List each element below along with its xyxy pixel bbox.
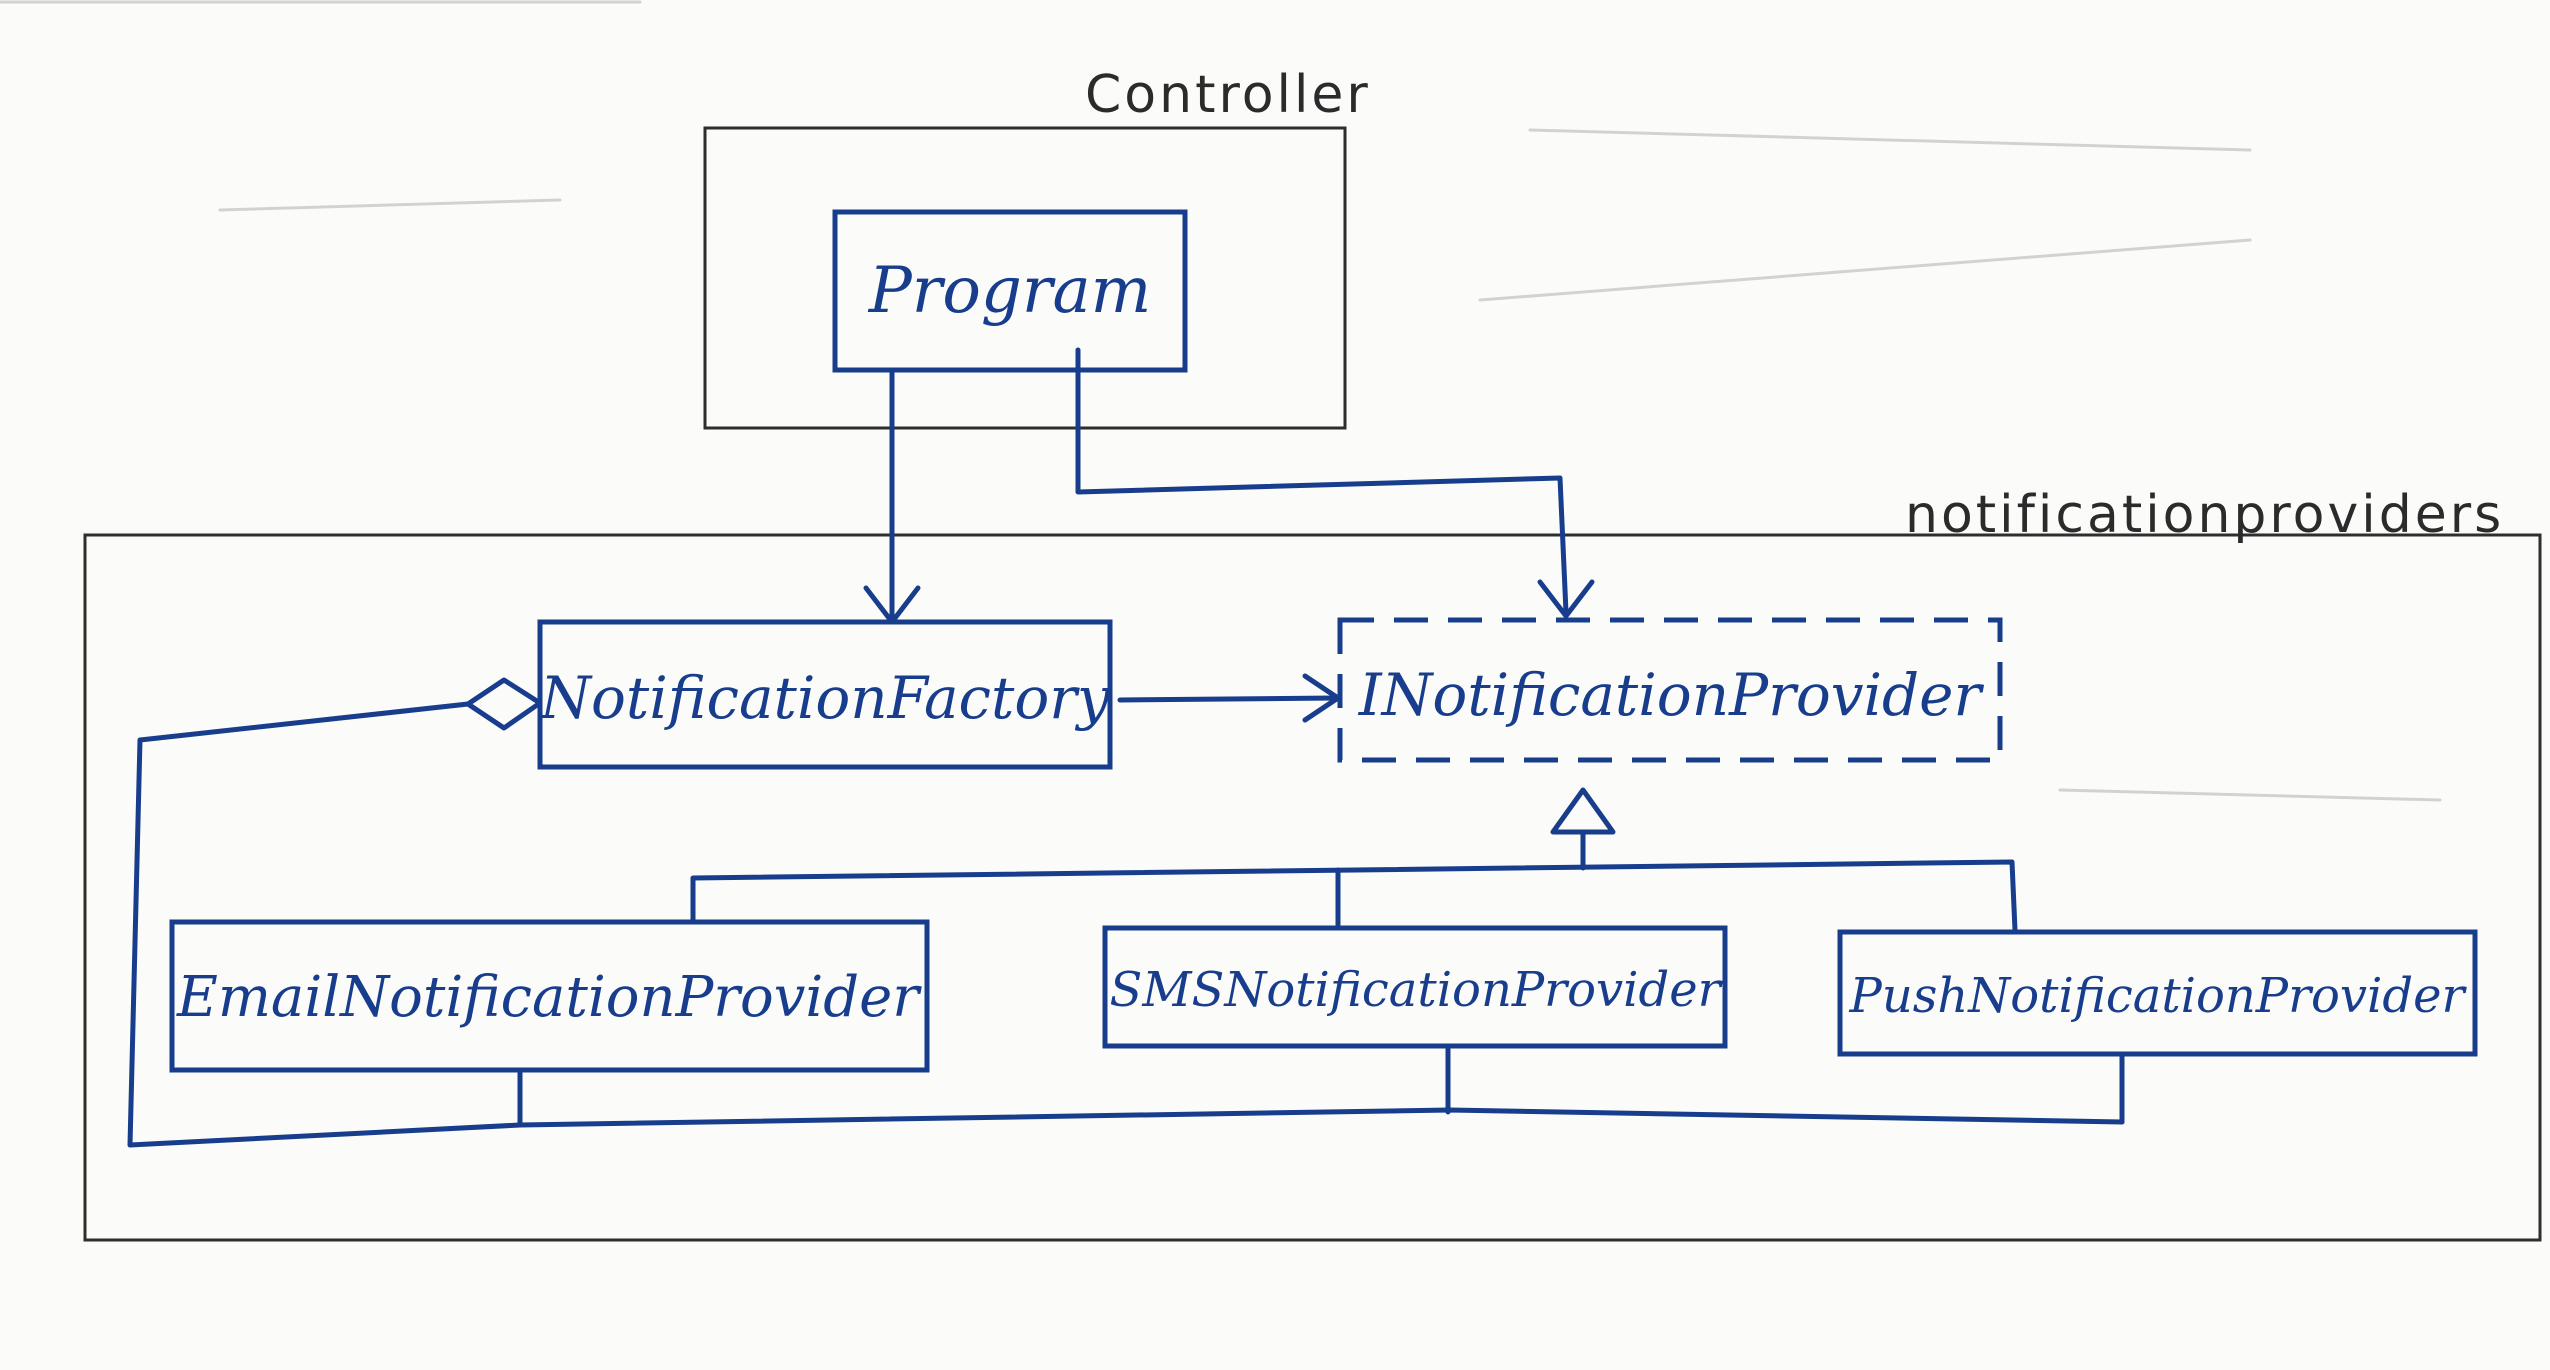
- package-controller-label: Controller: [1085, 65, 1371, 125]
- class-inotification-provider[interactable]: INotificationProvider: [1337, 617, 2003, 763]
- edge-program-to-interface: [1075, 347, 1569, 615]
- class-sms-provider[interactable]: SMSNotificationProvider: [1102, 925, 1728, 1049]
- class-program[interactable]: Program: [832, 209, 1188, 373]
- class-diagram: Controller notificationproviders Program…: [0, 0, 2542, 1242]
- class-notification-factory-label: NotificationFactory: [538, 664, 1111, 732]
- aggregation-diamond: [465, 677, 543, 731]
- edge-factory-to-interface: [1117, 695, 1338, 703]
- package-notificationproviders-label: notificationproviders: [1905, 485, 2504, 545]
- class-email-provider-label: EmailNotificationProvider: [176, 965, 922, 1030]
- class-inotification-provider-label: INotificationProvider: [1358, 661, 1985, 729]
- class-push-provider[interactable]: PushNotificationProvider: [1837, 929, 2478, 1057]
- diagram-canvas: Controller notificationproviders Program…: [0, 0, 2550, 1370]
- class-push-provider-label: PushNotificationProvider: [1849, 968, 2468, 1024]
- class-program-label: Program: [868, 254, 1152, 328]
- class-sms-provider-label: SMSNotificationProvider: [1109, 962, 1723, 1018]
- package-notificationproviders-frame: [83, 533, 2542, 1242]
- class-notification-factory[interactable]: NotificationFactory: [537, 619, 1113, 770]
- realization-triangle: [1550, 787, 1616, 835]
- class-email-provider[interactable]: EmailNotificationProvider: [169, 919, 930, 1073]
